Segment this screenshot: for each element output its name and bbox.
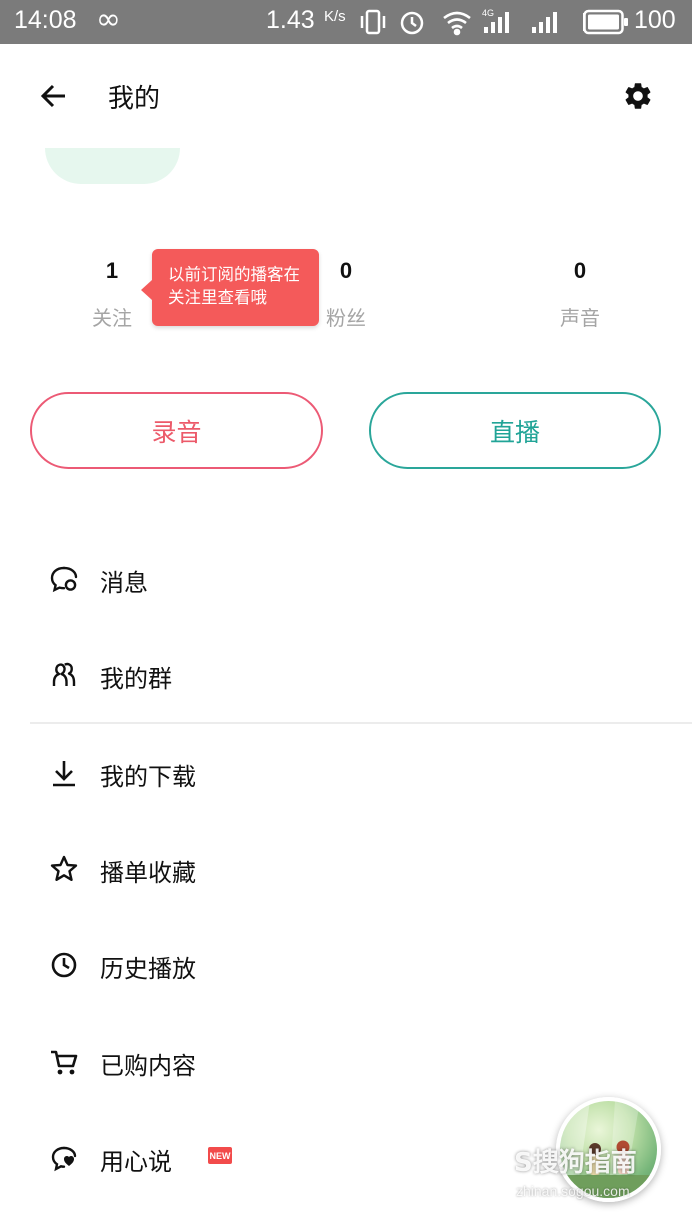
sounds-label: 声音	[560, 306, 600, 330]
chat-bubble-icon	[50, 566, 78, 593]
menu-divider	[30, 722, 692, 724]
menu-item-purchased[interactable]: 已购内容	[0, 1031, 692, 1091]
menu-label-heart-talk: 用心说	[100, 1148, 172, 1176]
tooltip-line-1: 以前订阅的播客在	[168, 265, 300, 284]
group-icon	[52, 662, 76, 686]
record-button[interactable]: 录音	[30, 392, 323, 469]
menu-label-favorites: 播单收藏	[100, 859, 196, 887]
menu-item-groups[interactable]: 我的群	[0, 644, 692, 704]
menu-label-groups: 我的群	[100, 665, 172, 693]
avatar[interactable]	[45, 148, 180, 184]
menu-item-favorites[interactable]: 播单收藏	[0, 838, 692, 898]
menu-label-messages: 消息	[100, 569, 148, 597]
page-title: 我的	[108, 84, 161, 114]
menu-item-downloads[interactable]: 我的下载	[0, 742, 692, 802]
battery-level: 100	[634, 6, 676, 34]
heart-chat-icon	[51, 1146, 77, 1172]
arrow-left-icon	[40, 84, 65, 108]
svg-text:4G: 4G	[482, 8, 494, 18]
tooltip-line-2: 关注里查看哦	[168, 288, 267, 307]
new-badge: NEW	[208, 1147, 232, 1164]
status-icons: 4G	[360, 8, 585, 36]
gear-icon	[625, 83, 651, 109]
infinity-icon: ∞	[96, 2, 121, 37]
alarm-icon	[400, 11, 424, 35]
menu-label-history: 历史播放	[100, 955, 196, 983]
download-icon	[53, 761, 75, 787]
status-time: 14:08	[14, 6, 77, 34]
star-icon	[50, 855, 78, 881]
battery-icon	[583, 9, 628, 35]
clock-icon	[51, 952, 77, 978]
following-tooltip[interactable]: 以前订阅的播客在 关注里查看哦	[141, 249, 319, 326]
settings-button[interactable]	[618, 76, 658, 116]
menu-item-messages[interactable]: 消息	[0, 548, 692, 608]
menu-label-downloads: 我的下载	[100, 763, 196, 791]
wifi-icon	[443, 11, 471, 36]
menu-label-purchased: 已购内容	[100, 1052, 196, 1080]
cart-icon	[51, 1050, 78, 1075]
signal-icon	[532, 12, 557, 33]
network-speed: 1.43	[266, 6, 315, 34]
live-button[interactable]: 直播	[369, 392, 661, 469]
sounds-count: 0	[573, 258, 587, 283]
watermark-url: zhinan.sogou.com	[516, 1183, 630, 1199]
signal-4g-icon: 4G	[482, 8, 509, 33]
vibrate-icon	[360, 9, 386, 35]
header: 我的	[0, 44, 692, 150]
network-speed-unit: K/s	[324, 8, 346, 25]
status-bar: 14:08 ∞ 1.43 K/s 4G 100	[0, 0, 692, 44]
stat-sounds[interactable]: 0 声音	[520, 258, 640, 331]
back-button[interactable]	[34, 76, 74, 116]
menu-item-history[interactable]: 历史播放	[0, 934, 692, 994]
